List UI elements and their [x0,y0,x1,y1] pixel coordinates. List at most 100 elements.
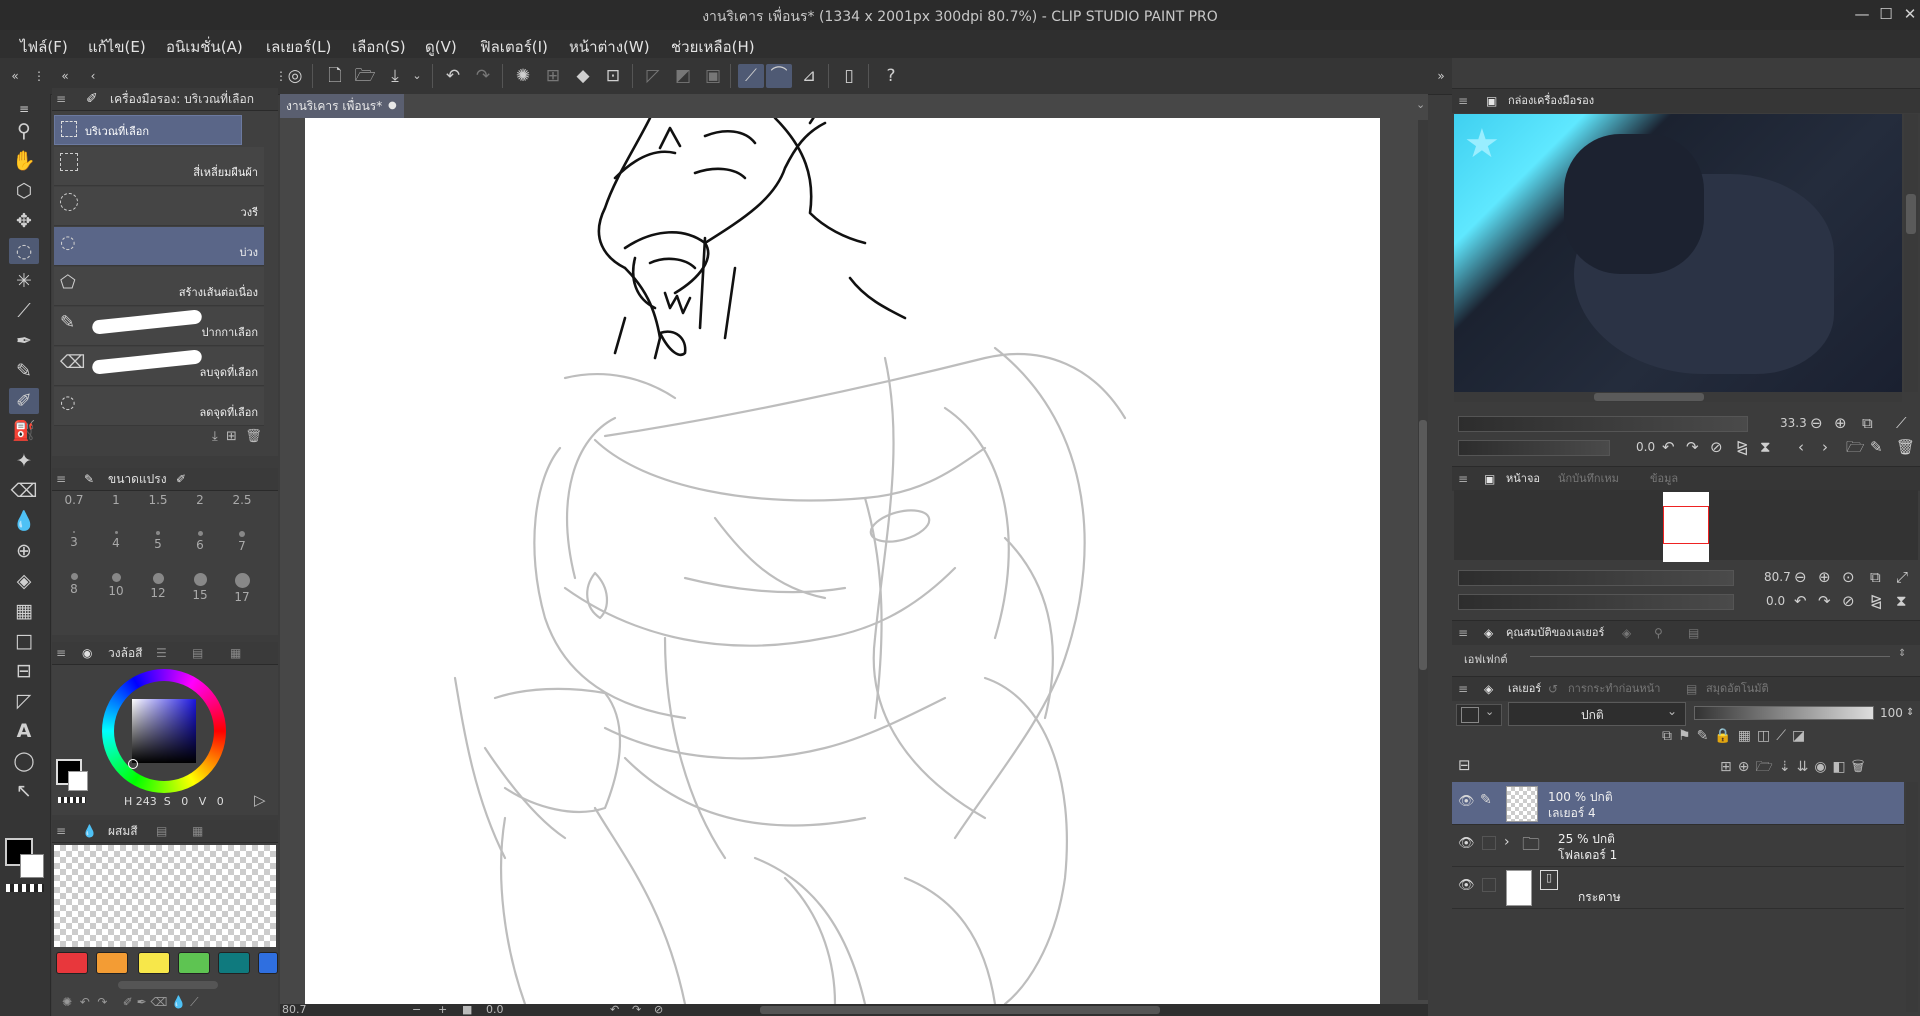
open-icon[interactable]: 🗁 [352,64,378,88]
hue-ring[interactable] [102,669,226,793]
brush-size-cell[interactable]: 7 [222,527,262,567]
lock-transparent-icon[interactable]: ▦ [1738,728,1757,744]
zoom-tool-icon[interactable]: ⚲ [9,118,39,144]
palette-swatch-blue[interactable] [258,952,278,974]
layer-search-tab-icon[interactable]: ◈ [1622,621,1631,645]
brush-icon[interactable]: ✐ [123,995,133,1009]
merge-down-icon[interactable]: ⇊ [1797,759,1815,775]
undo-icon[interactable]: ↶ [80,995,90,1009]
sub-tool-item[interactable]: ⌫ ลบจุดที่เลือก [54,347,264,386]
zoom-in-icon[interactable]: + [438,1004,447,1016]
chevron-down-icon[interactable]: ⌄ [404,64,430,88]
figure-tool-icon[interactable]: □ [9,628,39,654]
flip-horizontal-icon[interactable]: ⧎ [1736,438,1749,456]
palette-swatch-orange[interactable] [96,952,128,974]
flip-vertical-icon[interactable]: ⧗ [1760,438,1771,456]
maximize-button[interactable]: ☐ [1874,4,1898,24]
sub-tool-item[interactable]: สี่เหลี่ยมผืนผ้า [54,147,264,186]
rotate-left-icon[interactable]: ↶ [1794,592,1807,610]
blend-tool-icon[interactable]: 💧 [9,508,39,534]
color-set-tab-icon[interactable]: ▦ [192,820,203,842]
clipping-icon[interactable]: ⧉ [1662,728,1678,744]
new-folder-icon[interactable]: 🗁 [1755,759,1778,775]
pen-tool-icon[interactable]: ✒ [9,328,39,354]
flip-horizontal-icon[interactable]: ⧎ [1870,592,1883,610]
palette-swatch-teal[interactable] [218,952,250,974]
brush-size-cell[interactable]: 8 [54,569,94,609]
pen-icon[interactable]: ✒ [137,995,147,1009]
layer-checkbox[interactable] [1482,836,1496,850]
brush-size-cell[interactable]: 6 [180,527,220,567]
transparent-chip[interactable] [58,797,86,803]
sub-view-v-scrollbar[interactable] [1904,114,1918,392]
rotate-right-icon[interactable]: ↷ [632,1004,641,1016]
new-canvas-icon[interactable]: 🗋 [322,64,348,88]
sub-tool-item[interactable]: ◌ บ่วง [54,227,264,266]
next-image-icon[interactable]: › [1822,438,1828,456]
frame-border-tool-icon[interactable]: ⊟ [9,658,39,684]
fit-width-icon[interactable]: ⤢ [1896,568,1908,586]
collapse-left-icon[interactable]: « [52,64,78,88]
draft-layer-icon[interactable]: ✎ [1697,728,1715,744]
airbrush-tool-icon[interactable]: ⛽ [9,418,39,444]
import-icon[interactable]: ⤓ [212,429,218,444]
fill-tool-icon[interactable]: ◈ [9,568,39,594]
open-image-icon[interactable]: 🗁 [1846,438,1865,456]
palette-swatch-yellow[interactable] [138,952,170,974]
trash-icon[interactable]: 🗑 [1852,759,1871,775]
hand-tool-icon[interactable]: ✋ [9,148,39,174]
settings-icon[interactable]: ✺ [62,995,72,1009]
brush-size-cell[interactable]: 4 [96,527,136,567]
zoom-out-icon[interactable]: ⊖ [1810,414,1823,432]
mask-icon[interactable]: ◫ [1757,728,1776,744]
color-picker-handle[interactable] [128,759,138,769]
undo-icon[interactable]: ↶ [440,64,466,88]
ruler-tool-icon[interactable]: ◸ [9,688,39,714]
layer-row[interactable]: 👁 ▯ กระดาษ [1452,866,1904,909]
fill-icon[interactable]: ◆ [570,64,596,88]
reference-layer-icon[interactable]: ⚑ [1678,728,1697,744]
sub-view-reference-image[interactable]: ★ [1454,114,1902,392]
eraser-icon[interactable]: ⌫ [151,995,168,1009]
layer-mask-icon[interactable]: ◉ [1814,759,1832,775]
reset-rotation-icon[interactable]: ⊘ [1842,592,1855,610]
rotate-right-icon[interactable]: ↷ [1686,438,1699,456]
tab-list-icon[interactable]: ⌄ [1416,98,1425,111]
pen-edit-icon[interactable]: ✎ [1480,792,1492,808]
trash-icon[interactable]: 🗑 [245,429,262,444]
sub-view-h-scrollbar[interactable] [1454,392,1902,402]
palette-swatch-red[interactable] [56,952,88,974]
layer-color-icon[interactable]: ◪ [1792,728,1811,744]
canvas-vertical-scrollbar[interactable] [1418,120,1428,1000]
stepper-icon[interactable]: ⇕ [1906,704,1914,722]
color-history-tab-icon[interactable]: ▤ [156,820,167,842]
auto-action-tab[interactable]: สมุดอัตโนมัติ [1706,677,1769,701]
layer-row[interactable]: 👁 › 🗀 25 % ปกติ โฟลเดอร์ 1 [1452,824,1904,867]
navigator-rotate-slider[interactable] [1458,594,1734,610]
sub-tool-item[interactable]: ⬠ สร้างเส้นต่อเนื่อง [54,267,264,306]
info-tab[interactable]: ข้อมูล [1650,467,1678,491]
rotate-right-icon[interactable]: ↷ [1818,592,1831,610]
lock-icon[interactable]: 🔒 [1714,728,1737,744]
blend-icon[interactable]: 💧 [171,995,186,1009]
sub-tool-item[interactable]: ◌ ลดจุดที่เลือก [54,387,264,426]
device-icon[interactable]: ▯ [836,64,862,88]
actual-size-icon[interactable]: ⊙ [1842,568,1855,586]
palette-swatch-green[interactable] [178,952,210,974]
zoom-out-icon[interactable]: ⊖ [1794,568,1807,586]
snap-ruler-icon[interactable]: ⟋ [738,64,764,88]
transform-icon[interactable]: ⊡ [600,64,626,88]
deselect-icon[interactable]: ◸ [640,64,666,88]
reset-rotation-icon[interactable]: ⊘ [654,1004,663,1016]
sub-view-tab-2[interactable]: นักบันทึกเหม [1558,467,1619,491]
rotate-left-icon[interactable]: ↶ [1662,438,1675,456]
flip-vertical-icon[interactable]: ⧗ [1896,592,1907,610]
object-3d-tool-icon[interactable]: ⬡ [9,178,39,204]
quick-access-tab-icon[interactable]: ▤ [1688,621,1699,645]
mixing-canvas[interactable] [54,845,276,947]
navigator-zoom-slider[interactable] [1458,570,1734,586]
fit-icon[interactable]: ■ [462,1004,472,1016]
canvas-paper[interactable] [305,118,1380,1004]
snap-special-ruler-icon[interactable]: ⌒ [766,64,792,88]
brush-size-cell[interactable]: 15 [180,569,220,609]
